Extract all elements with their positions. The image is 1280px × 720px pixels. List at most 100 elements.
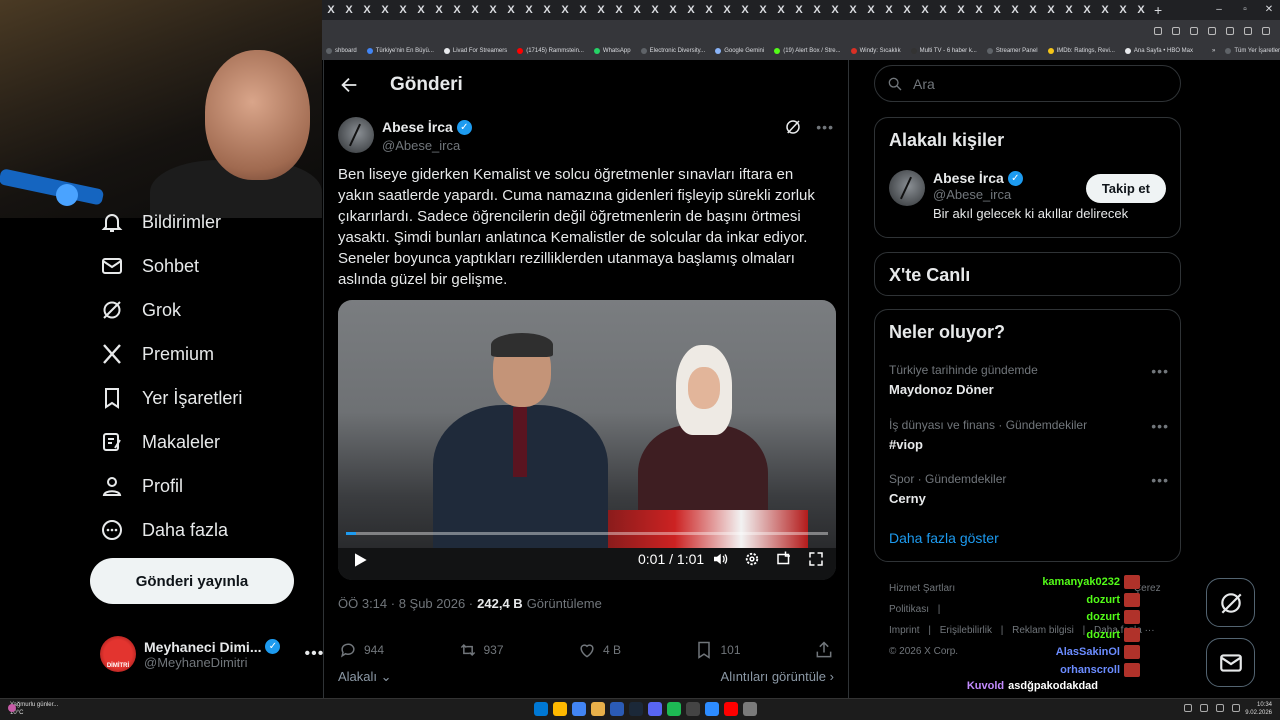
taskbar-app-icon[interactable] [553,702,567,716]
browser-tab[interactable]: X [502,0,520,20]
trend-more-icon[interactable]: ••• [1151,418,1169,434]
wifi-icon[interactable] [1200,704,1208,712]
new-tab-button[interactable]: + [1154,2,1162,18]
browser-tab[interactable]: X [718,0,736,20]
battery-icon[interactable] [1232,704,1240,712]
taskbar-app-icon[interactable] [591,702,605,716]
browser-tab[interactable]: X [736,0,754,20]
browser-tab[interactable]: X [592,0,610,20]
taskbar-app-icon[interactable] [572,702,586,716]
nav-item-profil[interactable]: Profil [100,474,183,498]
repost-button[interactable]: 937 [458,640,504,660]
related-person-name[interactable]: Abese İrca [933,170,1004,186]
profile-icon[interactable] [1244,27,1252,35]
bookmark-item[interactable]: Ana Sayfa • HBO Max [1124,48,1193,54]
nav-item-grok[interactable]: Grok [100,298,181,322]
imprint-link[interactable]: Imprint [889,625,920,636]
bookmark-item[interactable]: Streamer Panel [986,48,1038,54]
browser-tab[interactable]: X [862,0,880,20]
trend-more-icon[interactable]: ••• [1151,363,1169,379]
share-icon[interactable] [1190,27,1198,35]
play-icon[interactable] [350,550,370,570]
browser-tab[interactable]: X [646,0,664,20]
author-name[interactable]: Abese İrca [382,119,453,135]
avatar[interactable] [338,117,374,153]
search-box[interactable] [874,65,1181,102]
browser-tab[interactable]: X [574,0,592,20]
bookmark-item[interactable]: » [1203,48,1215,54]
browser-tab[interactable]: X [1132,0,1150,20]
browser-tab[interactable]: X [898,0,916,20]
trend-item[interactable]: Spor · Gündemdekiler Cerny ••• [889,472,1169,506]
view-quotes-link[interactable]: Alıntıları görüntüle › [721,669,834,685]
weather-widget[interactable]: Yağmurlu günler... 10°C [8,701,58,717]
nav-item-sohbet[interactable]: Sohbet [100,254,199,278]
post-button[interactable]: Gönderi yayınla [90,558,294,604]
browser-tab[interactable]: X [1096,0,1114,20]
nav-item-daha-fazla[interactable]: Daha fazla [100,518,228,542]
star-icon[interactable] [1208,27,1216,35]
browser-tab[interactable]: X [664,0,682,20]
browser-tab[interactable]: X [970,0,988,20]
browser-tab[interactable]: X [826,0,844,20]
trend-more-icon[interactable]: ••• [1151,472,1169,488]
browser-tab[interactable]: X [610,0,628,20]
video-progress-bar[interactable] [346,532,828,535]
extensions-icon[interactable] [1226,27,1234,35]
bookmark-item[interactable]: Windy: Sıcaklık [850,48,901,54]
post-timestamp[interactable]: ÖÖ 3:14 · 8 Şub 2026 · [338,596,473,611]
browser-tab[interactable]: X [520,0,538,20]
nav-item-makaleler[interactable]: Makaleler [100,430,220,454]
taskbar-app-icon[interactable] [610,702,624,716]
tray-expand-icon[interactable] [1184,704,1192,712]
ads-info-link[interactable]: Reklam bilgisi [1012,625,1074,636]
taskbar-app-icon[interactable] [743,702,757,716]
nav-item-yer-i-şaretleri[interactable]: Yer İşaretleri [100,386,242,410]
browser-tab[interactable]: X [916,0,934,20]
account-switcher[interactable]: DİMİTRİ Meyhaneci Dimi... ✓ @MeyhaneDimi… [100,636,324,672]
browser-tab[interactable]: X [322,0,340,20]
nav-item-bildirimler[interactable]: Bildirimler [100,210,221,234]
browser-tab[interactable]: X [934,0,952,20]
volume-icon[interactable] [711,550,729,568]
reply-button[interactable]: 944 [338,640,384,660]
bookmark-item[interactable]: IMDb: Ratings, Revi... [1047,48,1115,54]
bookmark-item[interactable]: Google Gemini [715,48,764,54]
settings-gear-icon[interactable] [743,550,761,568]
browser-tab[interactable]: X [448,0,466,20]
browser-tab[interactable]: X [790,0,808,20]
share-icon[interactable] [814,640,834,660]
bookmark-item[interactable]: (19) Alert Box / Stre... [774,48,841,54]
browser-tab[interactable]: X [844,0,862,20]
picture-in-picture-icon[interactable] [775,550,793,568]
bookmark-item[interactable]: WhatsApp [593,48,631,54]
terms-link[interactable]: Hizmet Şartları [889,583,955,594]
follow-button[interactable]: Takip et [1085,174,1166,203]
post-author[interactable]: Abese İrca ✓ @Abese_irca [338,117,472,153]
browser-tab[interactable]: X [808,0,826,20]
browser-tab[interactable]: X [394,0,412,20]
taskbar-app-icon[interactable] [667,702,681,716]
browser-tab[interactable]: X [1114,0,1132,20]
bookmark-item[interactable]: Türkiye'nin En Büyü... [366,48,434,54]
zoom-icon[interactable] [1154,27,1162,35]
browser-tab[interactable]: X [556,0,574,20]
bookmark-item[interactable]: Multi TV - 6 haber k... [910,48,977,54]
bookmark-button[interactable]: 101 [694,640,741,660]
bookmark-item[interactable]: Tüm Yer İşaretleri [1225,48,1280,54]
show-more-link[interactable]: Daha fazla göster [889,530,999,546]
post-more-icon[interactable]: ••• [816,119,834,135]
taskbar-app-icon[interactable] [629,702,643,716]
browser-tab[interactable]: X [628,0,646,20]
live-on-x-card[interactable]: X'te Canlı [874,252,1181,296]
browser-tab[interactable]: X [1078,0,1096,20]
browser-tab[interactable]: X [772,0,790,20]
browser-tab[interactable]: X [358,0,376,20]
menu-icon[interactable] [1262,27,1270,35]
messages-float-button[interactable] [1206,638,1255,687]
browser-tab[interactable]: X [538,0,556,20]
author-handle[interactable]: @Abese_irca [382,138,472,153]
browser-tab[interactable]: X [1024,0,1042,20]
bookmark-item[interactable]: Electronic Diversity... [640,48,705,54]
browser-tab[interactable]: X [376,0,394,20]
